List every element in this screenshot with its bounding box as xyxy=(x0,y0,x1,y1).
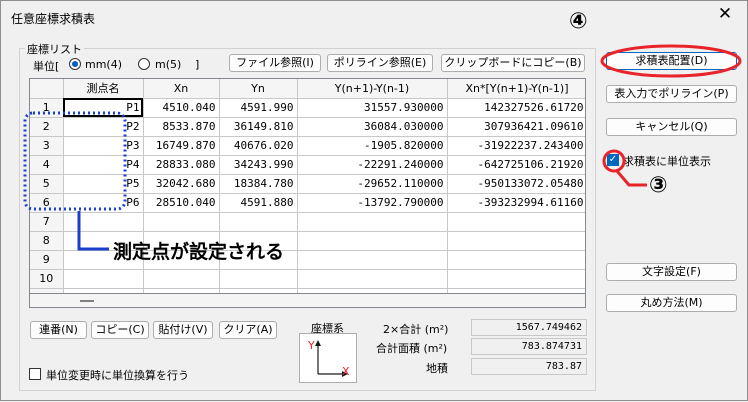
annotation-circle-checkbox xyxy=(602,149,626,173)
annotation-number-4: ④ xyxy=(569,9,588,34)
annotation-dotted-box xyxy=(23,111,127,211)
dialog-window: 任意座標求積表 ✕ 座標リスト 単位[ mm(4) m(5) ] ファイル参照(… xyxy=(0,0,748,401)
annotation-ellipse-place-table xyxy=(600,44,742,78)
annotation-number-3: ③ xyxy=(649,173,668,198)
annotation-leader-callout xyxy=(77,211,109,251)
annotation-overlay xyxy=(23,44,742,251)
annotation-leader-3 xyxy=(615,170,647,187)
annotation-callout-text: 測定点が設定される xyxy=(113,241,285,263)
